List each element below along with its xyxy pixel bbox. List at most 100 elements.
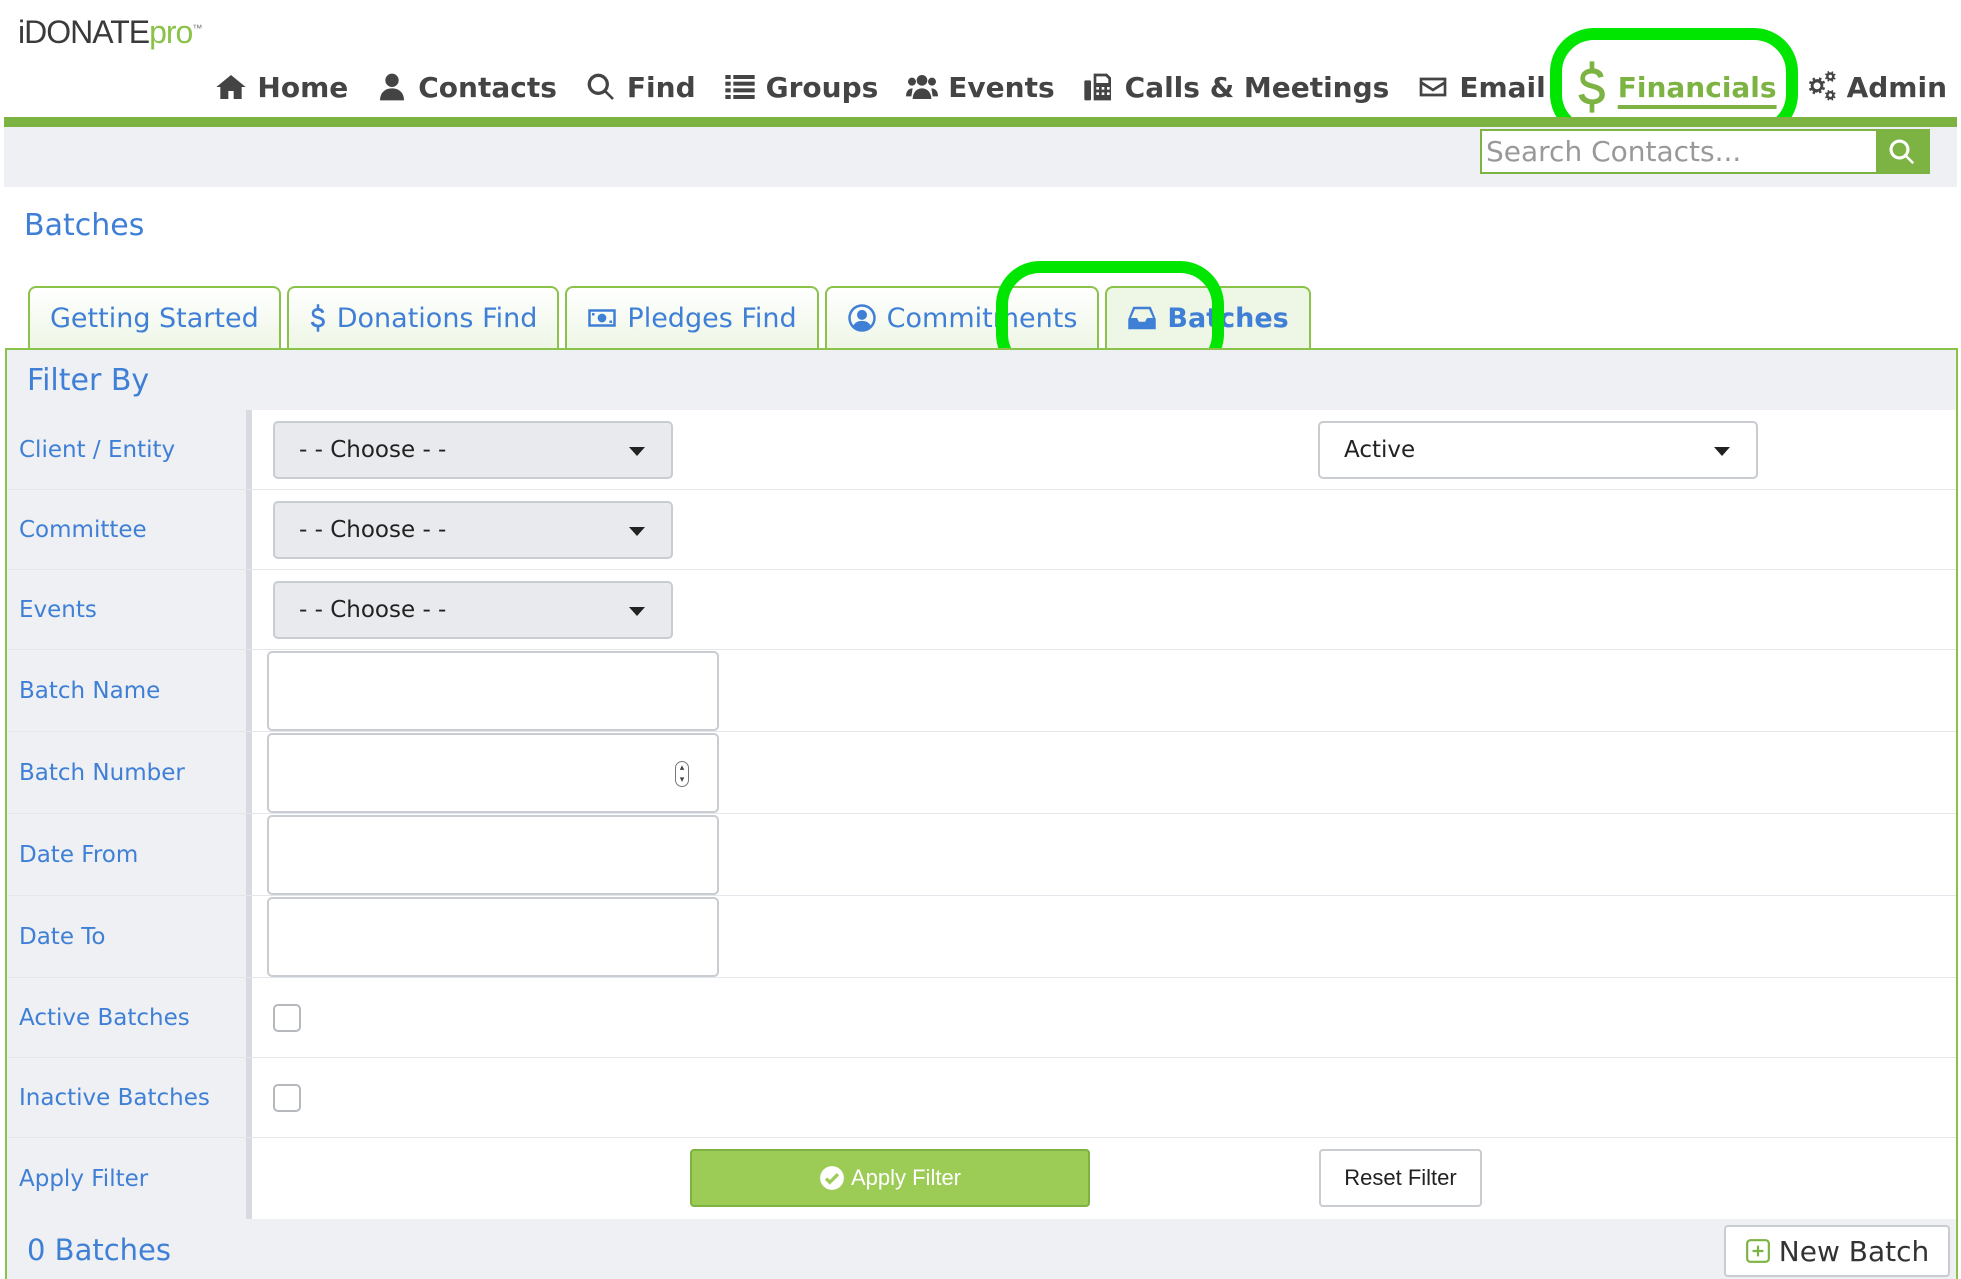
new-batch-button[interactable]: New Batch	[1724, 1225, 1950, 1277]
row-batch-name: Batch Name	[7, 650, 1956, 732]
fax-phone-icon	[1083, 73, 1111, 101]
batch-name-input[interactable]	[267, 651, 719, 731]
nav-find-label: Find	[626, 70, 696, 104]
tab-batches[interactable]: Batches	[1105, 286, 1311, 348]
nav-admin[interactable]: Admin	[1805, 71, 1947, 104]
user-circle-icon	[847, 304, 876, 332]
inbox-icon	[1128, 306, 1157, 330]
apply-filter-label: Apply Filter	[7, 1138, 252, 1219]
filter-heading: Filter By	[7, 350, 1956, 410]
reset-filter-button[interactable]: Reset Filter	[1319, 1149, 1482, 1207]
active-batches-checkbox[interactable]	[273, 1004, 301, 1032]
apply-filter-button-label: Apply Filter	[850, 1165, 962, 1190]
header-divider	[4, 117, 1957, 127]
dollar-icon	[1578, 61, 1605, 113]
dollar-icon	[310, 304, 325, 332]
row-committee: Committee - - Choose - -	[7, 490, 1956, 570]
nav-contacts[interactable]: Contacts	[376, 71, 557, 104]
nav-find[interactable]: Find	[585, 71, 696, 104]
search-button[interactable]	[1876, 131, 1928, 172]
caret-down-icon	[629, 607, 645, 616]
money-icon	[588, 309, 617, 327]
committee-value: - - Choose - -	[299, 517, 447, 543]
nav-email[interactable]: Email	[1417, 70, 1546, 104]
main-nav: Home Contacts Find Groups Events Calls &…	[187, 59, 1947, 115]
row-date-from: Date From	[7, 814, 1956, 896]
tab-label: Batches	[1167, 302, 1289, 334]
list-icon	[724, 75, 755, 99]
caret-down-icon	[629, 527, 645, 536]
user-icon	[380, 73, 405, 101]
nav-events-label: Events	[948, 70, 1055, 104]
row-inactive-batches: Inactive Batches	[7, 1058, 1956, 1138]
search-icon	[1889, 138, 1915, 164]
nav-calls-label: Calls & Meetings	[1124, 70, 1390, 104]
inactive-batches-checkbox[interactable]	[273, 1084, 301, 1112]
reset-filter-button-label: Reset Filter	[1344, 1165, 1457, 1190]
committee-select[interactable]: - - Choose - -	[273, 501, 673, 559]
new-batch-label: New Batch	[1778, 1234, 1930, 1268]
caret-down-icon	[629, 447, 645, 456]
row-apply-filter: Apply Filter Apply Filter Reset Filter	[7, 1138, 1956, 1219]
events-label: Events	[7, 570, 252, 649]
client-entity-value: - - Choose - -	[299, 437, 447, 463]
tab-getting-started[interactable]: Getting Started	[28, 286, 281, 348]
row-batch-number: Batch Number ▴ ▾	[7, 732, 1956, 814]
nav-home[interactable]: Home	[215, 71, 348, 104]
nav-contacts-label: Contacts	[418, 70, 557, 104]
number-spinner-icon[interactable]: ▴ ▾	[675, 761, 689, 787]
caret-down-icon	[1714, 447, 1730, 456]
logo-pro: pro	[149, 14, 193, 50]
batch-count: 0 Batches	[27, 1233, 171, 1267]
plus-square-icon	[1745, 1239, 1770, 1263]
contact-search	[1480, 129, 1930, 174]
batch-number-input[interactable]: ▴ ▾	[267, 733, 719, 813]
page-title: Batches	[24, 208, 145, 243]
apply-filter-button[interactable]: Apply Filter	[690, 1149, 1090, 1207]
events-select[interactable]: - - Choose - -	[273, 581, 673, 639]
row-events: Events - - Choose - -	[7, 570, 1956, 650]
row-date-to: Date To	[7, 896, 1956, 978]
app-logo[interactable]: iDONATEpro™	[18, 14, 202, 51]
nav-groups[interactable]: Groups	[724, 71, 878, 104]
client-entity-label: Client / Entity	[7, 410, 252, 489]
users-icon	[906, 75, 939, 99]
client-entity-select[interactable]: - - Choose - -	[273, 421, 673, 479]
committee-label: Committee	[7, 490, 252, 569]
row-client-entity: Client / Entity - - Choose - - Active	[7, 410, 1956, 490]
date-to-label: Date To	[7, 896, 252, 977]
results-footer: 0 Batches New Batch	[7, 1219, 1956, 1279]
logo-main: iDONATE	[18, 14, 150, 50]
check-circle-icon	[820, 1166, 844, 1190]
tab-label: Donations Find	[336, 302, 538, 334]
nav-email-label: Email	[1459, 70, 1546, 104]
row-active-batches: Active Batches	[7, 978, 1956, 1058]
search-icon	[587, 73, 614, 100]
status-value: Active	[1344, 437, 1416, 463]
nav-home-label: Home	[257, 70, 349, 104]
tab-pledges-find[interactable]: Pledges Find	[565, 286, 819, 348]
logo-tm: ™	[192, 23, 202, 35]
batch-number-label: Batch Number	[7, 732, 252, 813]
tab-commitments[interactable]: Commitments	[824, 286, 1100, 348]
batch-name-label: Batch Name	[7, 650, 252, 731]
date-from-input[interactable]	[267, 815, 719, 895]
nav-financials-label: Financials	[1617, 70, 1777, 104]
tab-label: Commitments	[886, 302, 1078, 334]
envelope-icon	[1419, 77, 1447, 97]
nav-calls-meetings[interactable]: Calls & Meetings	[1083, 70, 1390, 104]
filter-panel: Filter By Client / Entity - - Choose - -…	[5, 348, 1958, 1279]
nav-events[interactable]: Events	[906, 70, 1055, 104]
search-input[interactable]	[1482, 131, 1876, 172]
date-from-label: Date From	[7, 814, 252, 895]
status-select[interactable]: Active	[1318, 421, 1758, 479]
nav-admin-label: Admin	[1846, 70, 1947, 104]
tab-donations-find[interactable]: Donations Find	[286, 286, 560, 348]
events-value: - - Choose - -	[299, 597, 447, 623]
date-to-input[interactable]	[267, 897, 719, 977]
nav-financials[interactable]: Financials	[1574, 59, 1777, 115]
inactive-batches-label: Inactive Batches	[7, 1058, 252, 1137]
active-batches-label: Active Batches	[7, 978, 252, 1057]
tab-label: Pledges Find	[627, 302, 797, 334]
financials-tabs: Getting Started Donations Find Pledges F…	[28, 286, 1317, 348]
